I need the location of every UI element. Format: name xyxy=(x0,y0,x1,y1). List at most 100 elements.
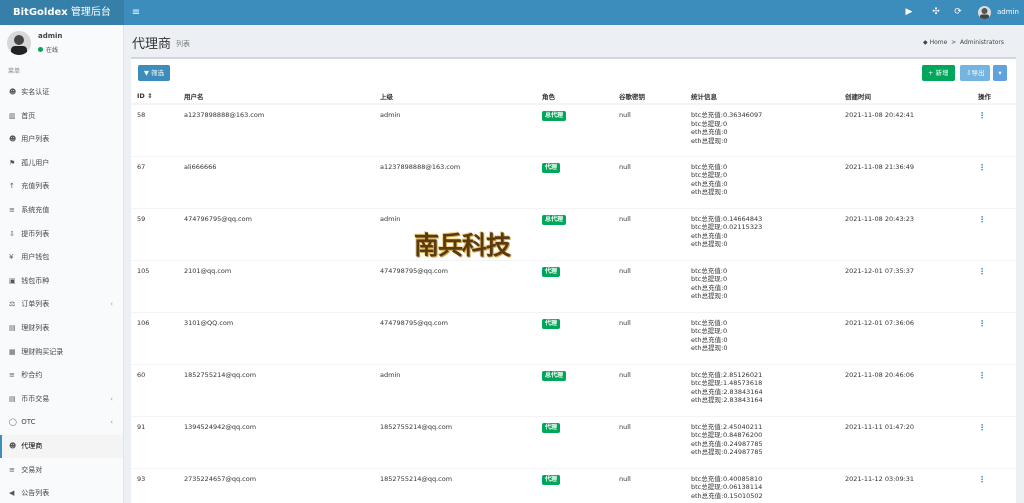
brand-logo[interactable]: BitGoldex 管理后台 xyxy=(0,0,124,25)
stat-line: eth总充值:0 xyxy=(691,231,728,240)
stat-line: btc总提现:0.84876200 xyxy=(691,431,763,439)
cell-created: 2021-12-01 07:35:37 xyxy=(839,259,972,312)
more-actions-icon[interactable]: ⋮ xyxy=(978,371,986,380)
more-actions-icon[interactable]: ⋮ xyxy=(978,215,986,224)
cell-username: 3101@QQ.com xyxy=(178,311,374,364)
stat-line: btc总提现:0 xyxy=(691,275,728,283)
sidebar-item-5[interactable]: ≡ 系统充值 xyxy=(0,199,123,222)
sidebar-item-label: 币币交易 xyxy=(21,394,50,403)
sidebar-item-11[interactable]: ▦ 理财购买记录 xyxy=(0,341,123,364)
cell-stats: btc总充值:0.36346097 btc总提现:0 eth总充值:0 eth总提现:… xyxy=(685,103,839,156)
stat-line: btc总充值:0 xyxy=(691,266,728,275)
cell-google-key: null xyxy=(613,103,685,156)
cell-created: 2021-11-11 01:47:20 xyxy=(839,415,972,468)
sidebar-item-6[interactable]: ⇩ 提币列表 xyxy=(0,223,123,246)
cell-role: 代理 xyxy=(536,155,613,208)
table-row: 67 ali666666 a1237898888@163.com 代理 null btc总… xyxy=(131,155,1016,208)
more-actions-icon[interactable]: ⋮ xyxy=(978,475,986,484)
chevron-left-icon: ‹ xyxy=(110,394,113,403)
cell-created: 2021-11-08 20:46:06 xyxy=(839,363,972,416)
role-badge: 代理 xyxy=(542,318,561,329)
cell-parent: 1852755214@qq.com xyxy=(374,415,536,468)
column-header: 统计信息 xyxy=(685,88,839,105)
cell-created: 2021-12-01 07:36:06 xyxy=(839,311,972,364)
more-actions-icon[interactable]: ⋮ xyxy=(978,267,986,276)
more-actions-icon[interactable]: ⋮ xyxy=(978,163,986,172)
stat-line: btc总充值:2.45040211 xyxy=(691,422,763,431)
stat-line: btc总提现:0.06138114 xyxy=(691,483,763,491)
cell-id: 93 xyxy=(131,467,178,503)
column-header[interactable]: ID ⇕ xyxy=(131,88,178,105)
stat-line: eth总提现:0 xyxy=(691,292,728,300)
refresh-icon[interactable]: ⟳ xyxy=(951,0,965,25)
cell-role: 总代理 xyxy=(536,103,613,156)
role-badge: 总代理 xyxy=(542,370,567,381)
sidebar-item-0[interactable]: ☻ 实名认证 xyxy=(0,81,123,104)
stat-line: btc总充值:0 xyxy=(691,162,728,171)
sidebar-item-3[interactable]: ⚑ 孤儿用户 xyxy=(0,152,123,175)
breadcrumb-home[interactable]: Home xyxy=(930,39,948,46)
cell-actions: ⋮ xyxy=(972,103,1016,156)
sidebar-item-14[interactable]: ◯ OTC ‹ xyxy=(0,411,123,434)
cell-id: 105 xyxy=(131,259,178,312)
cell-created: 2021-11-12 03:09:31 xyxy=(839,467,972,503)
bar-chart-icon: ▥ xyxy=(9,111,16,120)
cell-google-key: null xyxy=(613,467,685,503)
more-actions-icon[interactable]: ⋮ xyxy=(978,423,986,432)
column-header: 上级 xyxy=(374,88,536,105)
circle-icon: ◯ xyxy=(9,418,17,427)
sidebar-item-9[interactable]: ⚖ 订单列表 ‹ xyxy=(0,293,123,316)
filter-button[interactable]: ▼ 筛选 xyxy=(138,65,171,81)
sidebar: admin 在线 菜单 ☻ 实名认证 ▥ 首页 ☻ 用户列表 ⚑ 孤儿用户 ↑ 充值列表… xyxy=(0,25,124,503)
sidebar-item-15[interactable]: ☻ 代理商 xyxy=(0,435,123,458)
fullscreen-icon[interactable]: ✣ xyxy=(929,0,943,25)
user-avatar[interactable] xyxy=(978,6,991,19)
cell-id: 91 xyxy=(131,415,178,468)
cell-username: 2101@qq.com xyxy=(178,259,374,312)
cell-role: 总代理 xyxy=(536,207,613,260)
cell-stats: btc总充值:0.14664843 btc总提现:0.02115323 eth总充值… xyxy=(685,207,839,260)
cell-parent: admin xyxy=(374,363,536,416)
sidebar-item-10[interactable]: ▤ 理财列表 xyxy=(0,317,123,340)
menu-header: 菜单 xyxy=(8,68,21,75)
sidebar-user-name: admin xyxy=(38,32,63,40)
export-button[interactable]: ⇩导出 xyxy=(960,65,991,81)
sidebar-item-label: 孤儿用户 xyxy=(21,158,50,167)
stat-line: btc总充值:0 xyxy=(691,318,728,327)
sidebar-item-label: 交易对 xyxy=(21,465,43,474)
sidebar-item-label: 公告列表 xyxy=(21,489,50,498)
sidebar-item-label: 充值列表 xyxy=(21,182,50,191)
sidebar-item-7[interactable]: ¥ 用户钱包 xyxy=(0,246,123,269)
stat-line: eth总提现:0.24987785 xyxy=(691,448,763,456)
cell-actions: ⋮ xyxy=(972,207,1016,260)
sidebar-item-16[interactable]: ≡ 交易对 xyxy=(0,459,123,482)
sidebar-item-4[interactable]: ↑ 充值列表 xyxy=(0,175,123,198)
yen-icon: ¥ xyxy=(9,253,14,262)
cell-google-key: null xyxy=(613,155,685,208)
plus-icon: + xyxy=(928,69,934,77)
user-menu[interactable]: admin xyxy=(997,0,1019,25)
sidebar-item-label: 秒合约 xyxy=(21,371,43,380)
sidebar-item-label: 订单列表 xyxy=(21,300,50,309)
sidebar-item-8[interactable]: ▣ 钱包币种 xyxy=(0,270,123,293)
export-dropdown-toggle[interactable]: ▾ xyxy=(993,65,1007,81)
sidebar-item-1[interactable]: ▥ 首页 xyxy=(0,105,123,128)
page-title: 代理商 xyxy=(132,37,172,52)
more-actions-icon[interactable]: ⋮ xyxy=(978,319,986,328)
play-icon[interactable]: ▶ xyxy=(902,0,916,25)
sidebar-item-17[interactable]: ◀ 公告列表 xyxy=(0,482,123,503)
cell-created: 2021-11-08 20:42:41 xyxy=(839,103,972,156)
role-badge: 代理 xyxy=(542,266,561,277)
content-header: 代理商 列表 ◆ Home > Administrators xyxy=(124,25,1024,57)
role-badge: 代理 xyxy=(542,474,561,485)
new-button[interactable]: + 新增 xyxy=(922,65,955,81)
column-header: 用户名 xyxy=(178,88,374,105)
sidebar-item-label: 实名认证 xyxy=(21,88,50,96)
sidebar-item-12[interactable]: ≡ 秒合约 xyxy=(0,364,123,387)
sidebar-toggle-icon[interactable]: ≡ xyxy=(129,0,143,25)
more-actions-icon[interactable]: ⋮ xyxy=(978,111,986,120)
sidebar-item-13[interactable]: ▤ 币币交易 ‹ xyxy=(0,388,123,411)
stat-line: btc总提现:1.48573618 xyxy=(691,379,763,387)
cell-stats: btc总充值:0 btc总提现:0 eth总充值:0 eth总提现:0 xyxy=(685,259,839,312)
sidebar-item-2[interactable]: ☻ 用户列表 xyxy=(0,128,123,151)
